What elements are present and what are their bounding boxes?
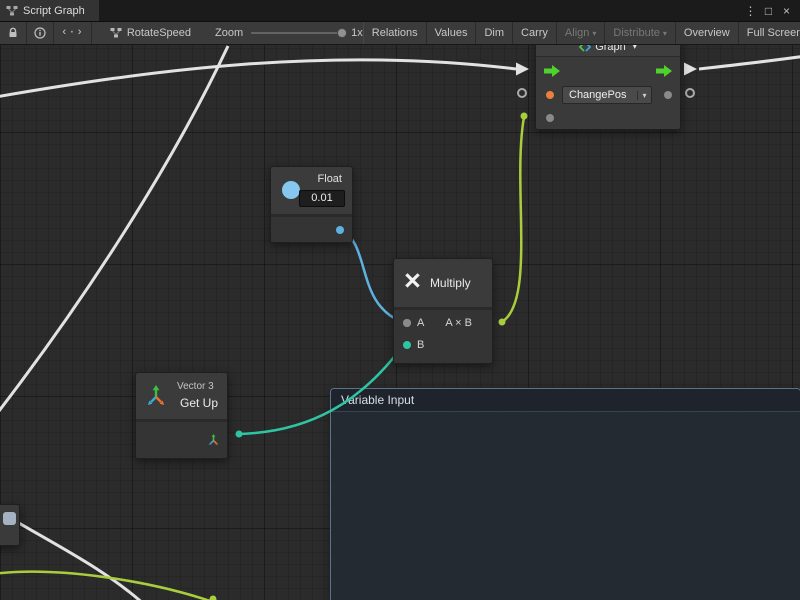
chevron-down-icon: ▾ [637, 91, 651, 100]
dim-button[interactable]: Dim [476, 22, 513, 44]
macro-name: RotateSpeed [127, 27, 191, 39]
info-icon [34, 27, 46, 39]
lock-icon [7, 27, 19, 39]
window-close-button[interactable]: × [779, 1, 794, 21]
title-bar: Script Graph ⋮ □ × [0, 0, 800, 22]
flow-output-port[interactable] [656, 64, 672, 76]
float-node-title: Float [318, 173, 342, 185]
output-label: A × B [445, 317, 472, 329]
group-header[interactable]: Variable Input [331, 389, 800, 412]
multiply-title: Multiply [430, 276, 471, 290]
node-type-icon [3, 512, 16, 525]
get-up-node[interactable]: Vector 3 Get Up [135, 372, 228, 459]
multiply-node[interactable]: × Multiply A A × B B [393, 258, 493, 364]
chevron-down-icon: ▾ [663, 29, 667, 38]
tab-title: Script Graph [23, 5, 85, 17]
vector3-type-label: Vector 3 [177, 381, 214, 392]
multiply-input-b-port[interactable] [403, 341, 411, 349]
overview-button[interactable]: Overview [676, 22, 739, 44]
zoom-slider[interactable] [251, 32, 343, 34]
window-menu-button[interactable]: ⋮ [743, 1, 758, 21]
group-title: Variable Input [341, 393, 414, 407]
graph-tab-icon [6, 5, 18, 17]
distribute-label: Distribute [613, 27, 659, 39]
variable-name-value: ChangePos [563, 89, 637, 101]
float-node-header: Float 0.01 [271, 167, 352, 214]
lock-button[interactable] [0, 22, 27, 44]
get-up-node-body [136, 422, 227, 458]
window-maximize-button[interactable]: □ [761, 1, 776, 21]
green-arrow-icon [656, 65, 672, 77]
code-view-button[interactable]: ‹·› [54, 22, 92, 44]
variable-input-group[interactable]: Variable Input [330, 388, 800, 600]
variable-name-dropdown[interactable]: ChangePos ▾ [562, 86, 652, 104]
green-arrow-icon [544, 65, 560, 77]
info-button[interactable] [27, 22, 54, 44]
align-label: Align [565, 27, 589, 39]
zoom-knob[interactable] [337, 28, 347, 38]
value-row [536, 107, 680, 129]
carry-button[interactable]: Carry [513, 22, 557, 44]
multiply-node-body: A A × B B [394, 310, 492, 363]
macro-indicator[interactable]: RotateSpeed [110, 22, 191, 44]
script-graph-window: Variable Input Graph ▾ [0, 0, 800, 600]
multiply-output-port[interactable] [403, 319, 411, 327]
multiply-node-header: × Multiply [394, 259, 492, 307]
variable-output-port[interactable] [664, 91, 672, 99]
get-up-node-header: Vector 3 Get Up [136, 373, 227, 419]
multiply-row-b: B [394, 334, 492, 356]
vector3-output-port[interactable] [207, 434, 220, 447]
zoom-label: Zoom [215, 27, 243, 39]
get-up-title: Get Up [180, 396, 218, 410]
values-button[interactable]: Values [427, 22, 477, 44]
variable-name-row: ChangePos ▾ [536, 83, 680, 107]
zoom-value: 1x [351, 27, 363, 39]
multiply-icon: × [404, 267, 421, 296]
vector3-icon [144, 384, 168, 408]
macro-graph-icon [110, 27, 122, 39]
value-input-port[interactable] [546, 114, 554, 122]
float-value-input[interactable]: 0.01 [299, 190, 345, 207]
variable-name-port[interactable] [546, 91, 554, 99]
input-b-label: B [417, 339, 424, 351]
flow-row [536, 57, 680, 83]
float-node-body [271, 217, 352, 242]
float-output-port[interactable] [336, 226, 344, 234]
graph-toolbar: ‹·› RotateSpeed Zoom 1x Relations Values… [0, 22, 800, 45]
full-screen-button[interactable]: Full Screen [739, 22, 800, 44]
partial-node[interactable] [0, 504, 20, 546]
multiply-row-a: A A × B [394, 312, 492, 334]
distribute-button[interactable]: Distribute ▾ [605, 22, 675, 44]
window-controls: ⋮ □ × [743, 0, 800, 21]
set-variable-node[interactable]: Graph ▾ ChangePos ▾ [535, 36, 681, 130]
tab-script-graph[interactable]: Script Graph [0, 0, 99, 21]
input-a-label: A [417, 317, 424, 329]
float-type-icon [282, 181, 300, 199]
relations-button[interactable]: Relations [363, 22, 427, 44]
align-button[interactable]: Align ▾ [557, 22, 605, 44]
float-literal-node[interactable]: Float 0.01 [270, 166, 353, 243]
chevron-down-icon: ▾ [592, 29, 596, 38]
zoom-control: Zoom 1x [215, 22, 363, 44]
flow-input-port[interactable] [544, 64, 560, 76]
